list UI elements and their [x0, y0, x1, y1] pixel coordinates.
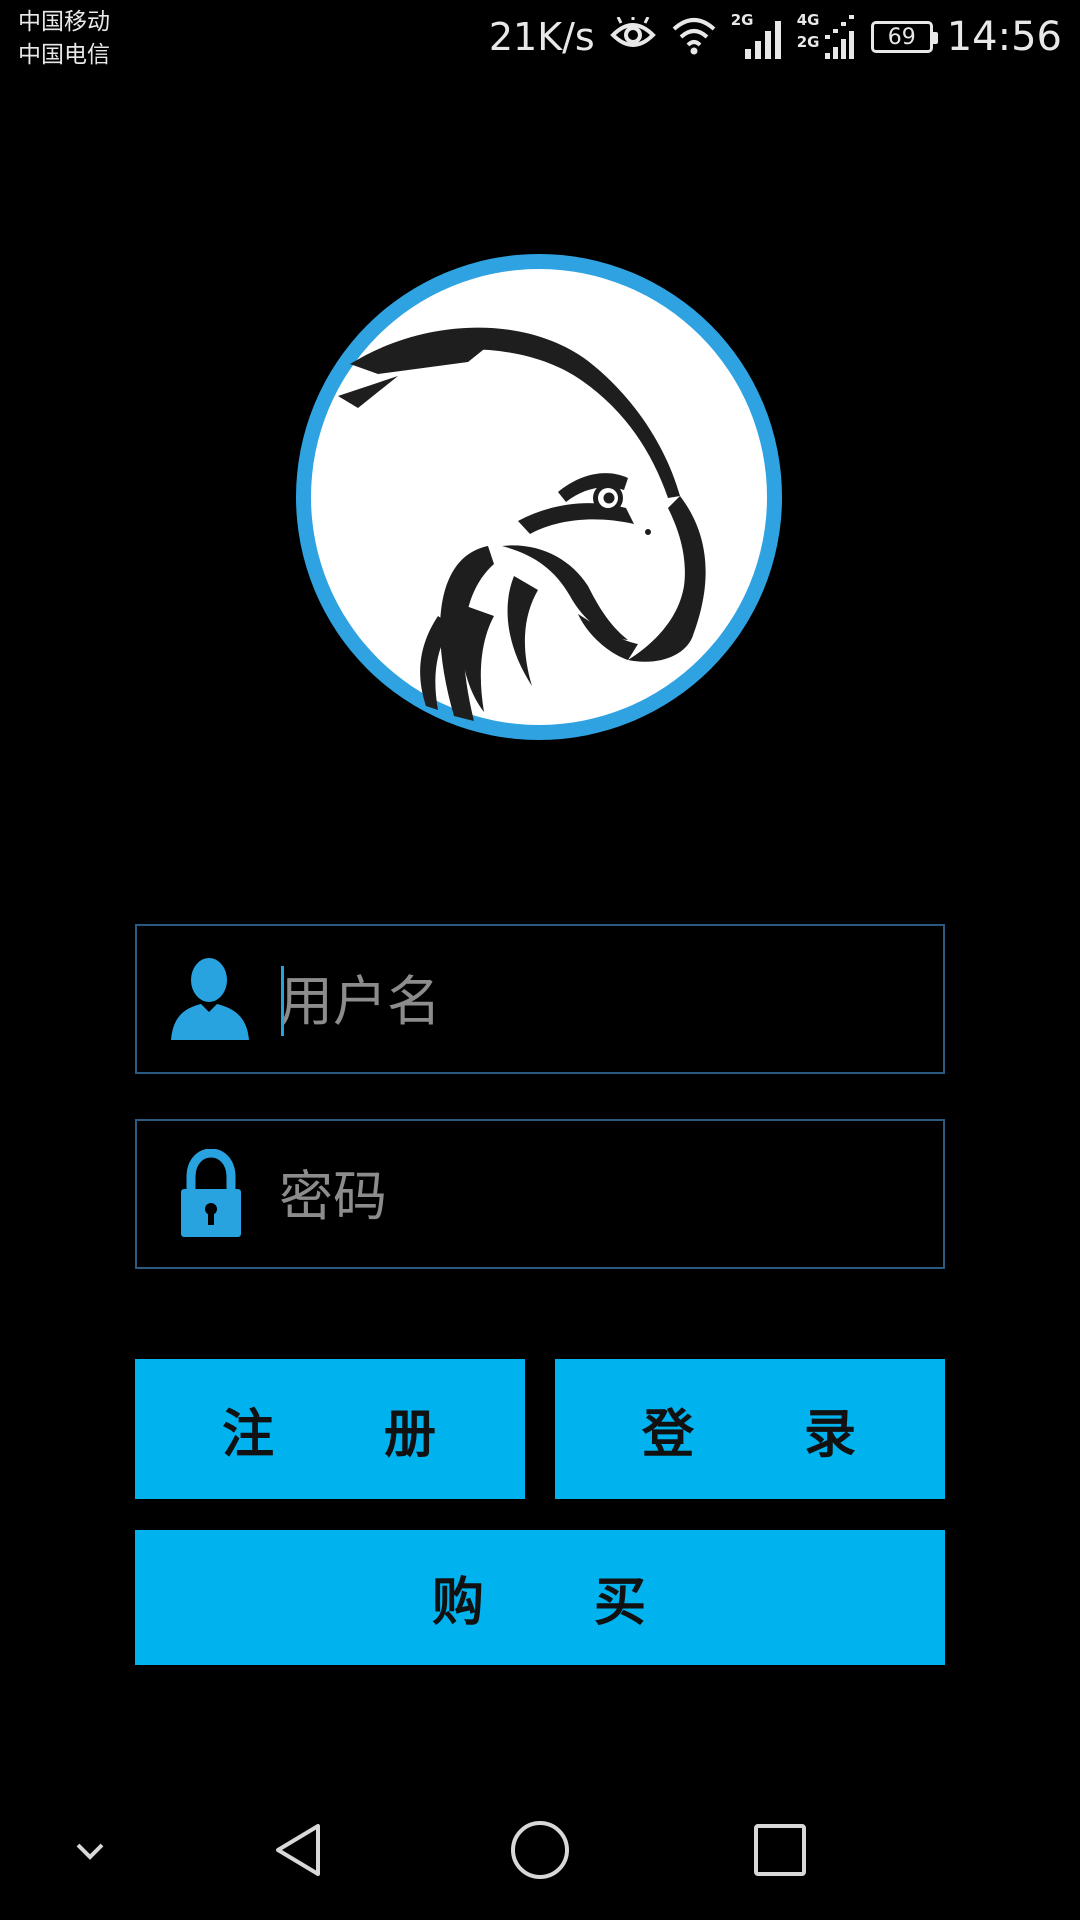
carrier-2-label: 中国电信: [18, 42, 110, 68]
user-icon: [167, 954, 257, 1044]
battery-level: 69: [887, 24, 916, 50]
recents-icon[interactable]: [730, 1800, 830, 1900]
battery-icon: 69: [870, 21, 938, 53]
password-field[interactable]: [135, 1119, 945, 1269]
back-icon[interactable]: [250, 1800, 350, 1900]
signal-icon: 2G: [731, 13, 783, 61]
dual-signal-icon: 4G 2G: [797, 13, 857, 61]
lock-icon: [167, 1148, 257, 1239]
password-input[interactable]: [279, 1141, 919, 1251]
network-speed: 21K/s: [488, 15, 595, 59]
eye-icon: [609, 14, 657, 57]
username-field[interactable]: [135, 924, 945, 1074]
register-button[interactable]: 注 册: [135, 1359, 525, 1499]
login-button[interactable]: 登 录: [555, 1359, 945, 1499]
wifi-icon: [671, 15, 717, 59]
signal-2-type-bottom: 2G: [796, 33, 820, 51]
navigation-bar: [0, 1780, 1080, 1920]
carrier-info: 中国移动 中国电信: [18, 6, 110, 72]
text-cursor: [281, 966, 284, 1036]
chevron-down-icon[interactable]: [40, 1800, 140, 1900]
buy-button[interactable]: 购 买: [135, 1530, 945, 1665]
signal-1-type: 2G: [730, 11, 754, 29]
username-input[interactable]: [279, 946, 919, 1056]
carrier-1-label: 中国移动: [18, 9, 110, 35]
login-screen: 中国移动 中国电信 21K/s 2G 4G 2G 69 14:56 用户名 注 …: [0, 0, 1080, 1920]
status-time: 14:56: [946, 14, 1062, 60]
status-indicators: 21K/s 2G 4G 2G 69 14:56: [489, 12, 1062, 62]
home-icon[interactable]: [490, 1800, 590, 1900]
status-bar: 中国移动 中国电信 21K/s 2G 4G 2G 69 14:56: [0, 0, 1080, 78]
eagle-logo: [288, 246, 790, 748]
signal-2-type-top: 4G: [796, 11, 820, 29]
